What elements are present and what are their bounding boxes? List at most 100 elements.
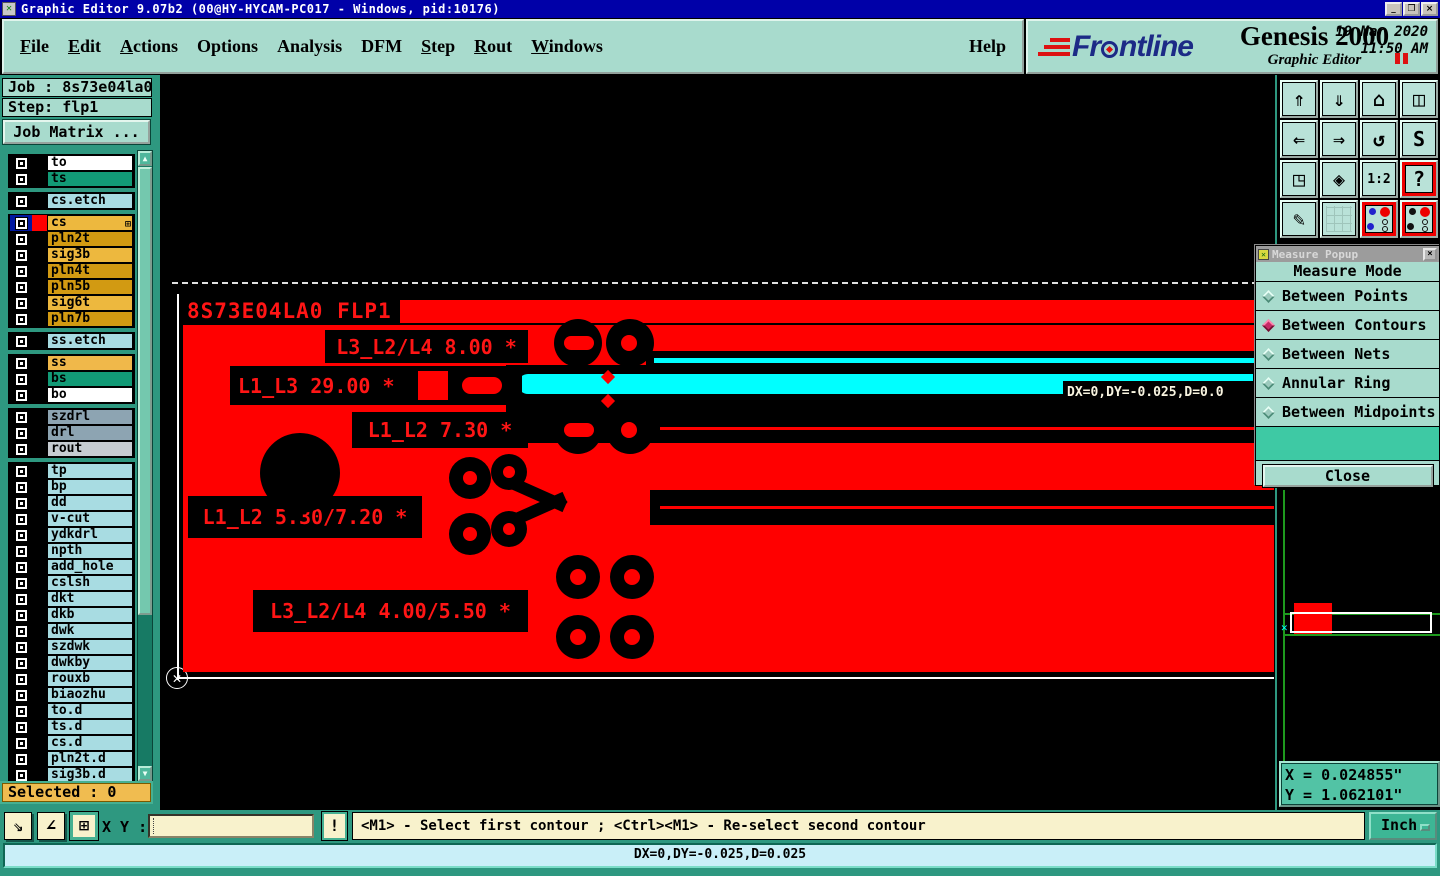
layer-name[interactable]: dwkby (47, 655, 133, 671)
window-xy-button[interactable]: ◫ (1400, 80, 1438, 118)
redraw-button[interactable]: S (1400, 120, 1438, 158)
layer-checkbox[interactable] (14, 172, 28, 186)
menu-windows[interactable]: Windows (531, 36, 603, 57)
layer-row-szdrl[interactable]: szdrl (10, 409, 133, 425)
layer-row-bp[interactable]: bp (10, 479, 133, 495)
layer-checkbox[interactable] (14, 592, 28, 606)
layer-name[interactable]: v-cut (47, 511, 133, 527)
layer-checkbox[interactable] (14, 624, 28, 638)
layer-name[interactable]: pln7b (47, 311, 133, 327)
zoom-center-button[interactable]: ◈ (1320, 160, 1358, 198)
layer-checkbox[interactable] (14, 640, 28, 654)
layer-row-pln2t[interactable]: pln2t (10, 231, 133, 247)
layer-checkbox[interactable] (14, 528, 28, 542)
layer-name[interactable]: cslsh (47, 575, 133, 591)
radio-diamond-icon[interactable] (1262, 318, 1275, 332)
layer-row-add_hole[interactable]: add_hole (10, 559, 133, 575)
layer-checkbox[interactable] (14, 704, 28, 718)
layer-checkbox[interactable] (14, 312, 28, 326)
help-button[interactable]: ? (1400, 160, 1438, 198)
layer-name[interactable]: biaozhu (47, 687, 133, 703)
layer-name[interactable]: cs.d (47, 735, 133, 751)
layer-name[interactable]: to.d (47, 703, 133, 719)
layer-row-dwk[interactable]: dwk (10, 623, 133, 639)
layer-row-dd[interactable]: dd (10, 495, 133, 511)
net-compare-button[interactable] (1400, 200, 1438, 238)
measure-option-between-points[interactable]: Between Points (1256, 282, 1439, 311)
layer-row-rouxb[interactable]: rouxb (10, 671, 133, 687)
layer-row-pln7b[interactable]: pln7b (10, 311, 133, 327)
layer-row-to.d[interactable]: to.d (10, 703, 133, 719)
layer-row-cslsh[interactable]: cslsh (10, 575, 133, 591)
layer-row-cs.etch[interactable]: cs.etch (10, 193, 133, 209)
layer-name[interactable]: cs.etch (47, 193, 133, 209)
layer-name[interactable]: szdwk (47, 639, 133, 655)
scale-1-2-button[interactable]: 1:2 (1360, 160, 1398, 198)
layer-name[interactable]: ts (47, 171, 133, 187)
menu-options[interactable]: Options (197, 36, 258, 57)
layer-checkbox[interactable] (14, 426, 28, 440)
radio-diamond-icon[interactable] (1262, 289, 1275, 303)
scroll-down-icon[interactable]: ▼ (138, 766, 152, 781)
layer-row-bo[interactable]: bo (10, 387, 133, 403)
zoom-out-button[interactable]: ⇓ (1320, 80, 1358, 118)
layer-checkbox[interactable] (14, 156, 28, 170)
layer-checkbox[interactable] (14, 372, 28, 386)
layer-name[interactable]: ydkdrl (47, 527, 133, 543)
layer-row-cs.d[interactable]: cs.d (10, 735, 133, 751)
edit-tools-button[interactable]: ✎ (1280, 200, 1318, 238)
layer-row-pln4t[interactable]: pln4t (10, 263, 133, 279)
layer-checkbox[interactable] (14, 388, 28, 402)
scrollbar-thumb[interactable] (138, 167, 152, 615)
measure-option-between-nets[interactable]: Between Nets (1256, 340, 1439, 369)
measure-angle-button[interactable]: ∠ (37, 812, 65, 840)
layer-row-pln5b[interactable]: pln5b (10, 279, 133, 295)
layer-name[interactable]: rout (47, 441, 133, 457)
layer-name[interactable]: sig6t (47, 295, 133, 311)
layer-checkbox[interactable] (14, 736, 28, 750)
layer-name[interactable]: to (47, 155, 133, 171)
layer-name[interactable]: pln5b (47, 279, 133, 295)
dialog-close-icon[interactable]: × (1423, 247, 1437, 261)
home-view-button[interactable]: ⌂ (1360, 80, 1398, 118)
menu-dfm[interactable]: DFM (361, 36, 402, 57)
layer-row-szdwk[interactable]: szdwk (10, 639, 133, 655)
dialog-titlebar[interactable]: ✕ Measure Popup × (1256, 246, 1439, 262)
layer-row-ts[interactable]: ts (10, 171, 133, 187)
radio-diamond-icon[interactable] (1262, 405, 1275, 419)
layer-checkbox[interactable] (14, 334, 28, 348)
layer-row-drl[interactable]: drl (10, 425, 133, 441)
layer-checkbox[interactable] (14, 464, 28, 478)
layer-name[interactable]: sig3b (47, 247, 133, 263)
menu-step[interactable]: Step (421, 36, 455, 57)
layer-name[interactable]: dwk (47, 623, 133, 639)
layer-checkbox[interactable] (14, 232, 28, 246)
layer-checkbox[interactable] (14, 480, 28, 494)
scroll-up-icon[interactable]: ▲ (138, 151, 152, 166)
layer-checkbox[interactable] (14, 194, 28, 208)
layer-checkbox[interactable] (14, 608, 28, 622)
grid-button[interactable] (1320, 200, 1358, 238)
radio-diamond-icon[interactable] (1262, 347, 1275, 361)
layer-name[interactable]: ss (47, 355, 133, 371)
layer-name[interactable]: dkt (47, 591, 133, 607)
layer-name[interactable]: tp (47, 463, 133, 479)
measure-option-annular-ring[interactable]: Annular Ring (1256, 369, 1439, 398)
zoom-fit-button[interactable]: ◳ (1280, 160, 1318, 198)
pcb-canvas[interactable]: ✕ 8S73E04LA0 FLP1 DX=0,DY=-0.025,D=0.0 L… (160, 75, 1275, 810)
layer-row-bs[interactable]: bs (10, 371, 133, 387)
layer-checkbox[interactable] (14, 280, 28, 294)
layer-name[interactable]: rouxb (47, 671, 133, 687)
units-dropdown[interactable]: Inch (1369, 812, 1437, 840)
layer-name[interactable]: bp (47, 479, 133, 495)
layer-checkbox[interactable] (14, 410, 28, 424)
layer-name[interactable]: bo (47, 387, 133, 403)
pan-left-button[interactable]: ⇐ (1280, 120, 1318, 158)
layer-name[interactable]: pln2t (47, 231, 133, 247)
restore-button[interactable]: ❐ (1403, 2, 1420, 16)
previous-view-button[interactable]: ↺ (1360, 120, 1398, 158)
menu-file[interactable]: File (20, 36, 49, 57)
layer-row-dkb[interactable]: dkb (10, 607, 133, 623)
net-highlight-button[interactable] (1360, 200, 1398, 238)
layer-name[interactable]: szdrl (47, 409, 133, 425)
